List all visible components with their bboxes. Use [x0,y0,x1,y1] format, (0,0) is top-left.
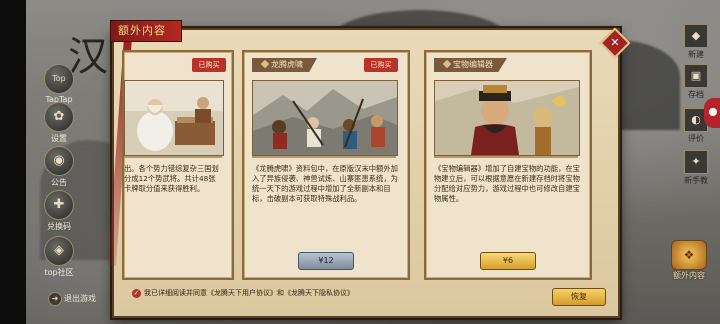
card-divider [252,156,396,158]
menu-label: 兑换码 [47,222,71,231]
menu-label: 公告 [51,178,67,187]
close-icon: ✕ [610,36,620,49]
extra-content-label: 额外内容 [673,271,705,280]
card-divider [124,156,222,158]
menu-label: top社区 [44,268,74,277]
dlc-description: 《龙腾虎啸》资料包中，在原版汉末中额外加入了异族侵袭、神兽试炼、山寨匪患系统，为… [252,164,398,203]
dlc-artwork [124,80,224,156]
dlc-card: 已购买 出。各个势力错综复杂三国划分成12个势武将。共计48张卡牌取分值来获得胜… [122,50,234,280]
diamond-icon [260,59,270,69]
menu-label: 新手教 [684,176,708,185]
lion-emblem-icon: ❖ [671,240,707,270]
redeem-icon: ✚ [44,190,74,220]
archive-icon: ▣ [684,64,708,88]
menu-label: 存档 [688,90,704,99]
side-drawer-tab[interactable] [704,98,720,128]
user-agreement-link[interactable]: 《龙腾天下用户协议》 [207,289,277,297]
dlc-card: 宝物编辑器 《宝物编辑器》增加了自建宝物的功能，在宝物建立后，可以根据意愿在新建… [424,50,592,280]
menu-label: 设置 [51,134,67,143]
dlc-title: 宝物编辑器 [453,60,493,69]
agreement-row: ✓ 我已详细阅读并同意《龙腾天下用户协议》和《龙腾天下隐私协议》 [132,288,354,298]
dlc-artwork [434,80,580,156]
menu-community[interactable]: ◈ top社区 [40,236,78,278]
restore-purchases-button[interactable]: 恢复 [552,288,606,306]
new-game-icon: ◆ [684,24,708,48]
menu-label: 新建 [688,50,704,59]
menu-label: 评价 [688,134,704,143]
dlc-title-banner: 宝物编辑器 [434,58,507,72]
battle-illustration [253,81,397,155]
treasure-illustration [435,81,579,155]
menu-redeem[interactable]: ✚ 兑换码 [40,190,78,232]
purchased-ribbon: 已购买 [364,58,398,72]
leave-game-button[interactable]: ➜ 退出游戏 [48,292,96,306]
price-button-purchased[interactable]: ¥12 [298,252,354,270]
dlc-card: 龙腾虎啸 已购买 《龙腾虎啸》资料包中，在原版汉末中额外加入了异族侵袭、神兽试炼… [242,50,410,280]
settings-icon: ✿ [44,102,74,132]
screen-edge [0,0,26,324]
exit-arrow-icon: ➜ [48,292,62,306]
menu-taptap[interactable]: Top TapTap [40,64,78,104]
leave-game-label: 退出游戏 [64,294,96,303]
agree-and: 和 [277,289,284,297]
dlc-title: 龙腾虎啸 [271,60,303,69]
scholars-illustration [125,81,223,155]
dlc-description: 出。各个势力错综复杂三国划分成12个势武将。共计48张卡牌取分值来获得胜利。 [124,164,219,193]
purchased-ribbon: 已购买 [192,58,226,72]
menu-announcement[interactable]: ◉ 公告 [40,146,78,188]
dlc-artwork [252,80,398,156]
price-button[interactable]: ¥6 [480,252,536,270]
top-icon: Top [44,64,74,94]
agree-checkbox[interactable]: ✓ [132,288,141,298]
diamond-icon [442,59,452,69]
menu-tutorial[interactable]: ✦ 新手教 [682,150,710,186]
dlc-description: 《宝物编辑器》增加了自建宝物的功能，在宝物建立后，可以根据意愿在新建存档时将宝物… [434,164,580,203]
dlc-title-banner: 龙腾虎啸 [252,58,317,72]
card-divider [434,156,578,158]
agree-prefix: 我已详细阅读并同意 [144,289,207,297]
menu-new-game[interactable]: ◆ 新建 [682,24,710,60]
announcement-icon: ◉ [44,146,74,176]
menu-archive[interactable]: ▣ 存档 [682,64,710,100]
privacy-agreement-link[interactable]: 《龙腾天下隐私协议》 [284,289,354,297]
extra-content-button[interactable]: ❖ 额外内容 [668,240,710,280]
tutorial-icon: ✦ [684,150,708,174]
community-icon: ◈ [44,236,74,266]
panel-title: 额外内容 [118,24,166,37]
menu-settings[interactable]: ✿ 设置 [40,102,78,144]
